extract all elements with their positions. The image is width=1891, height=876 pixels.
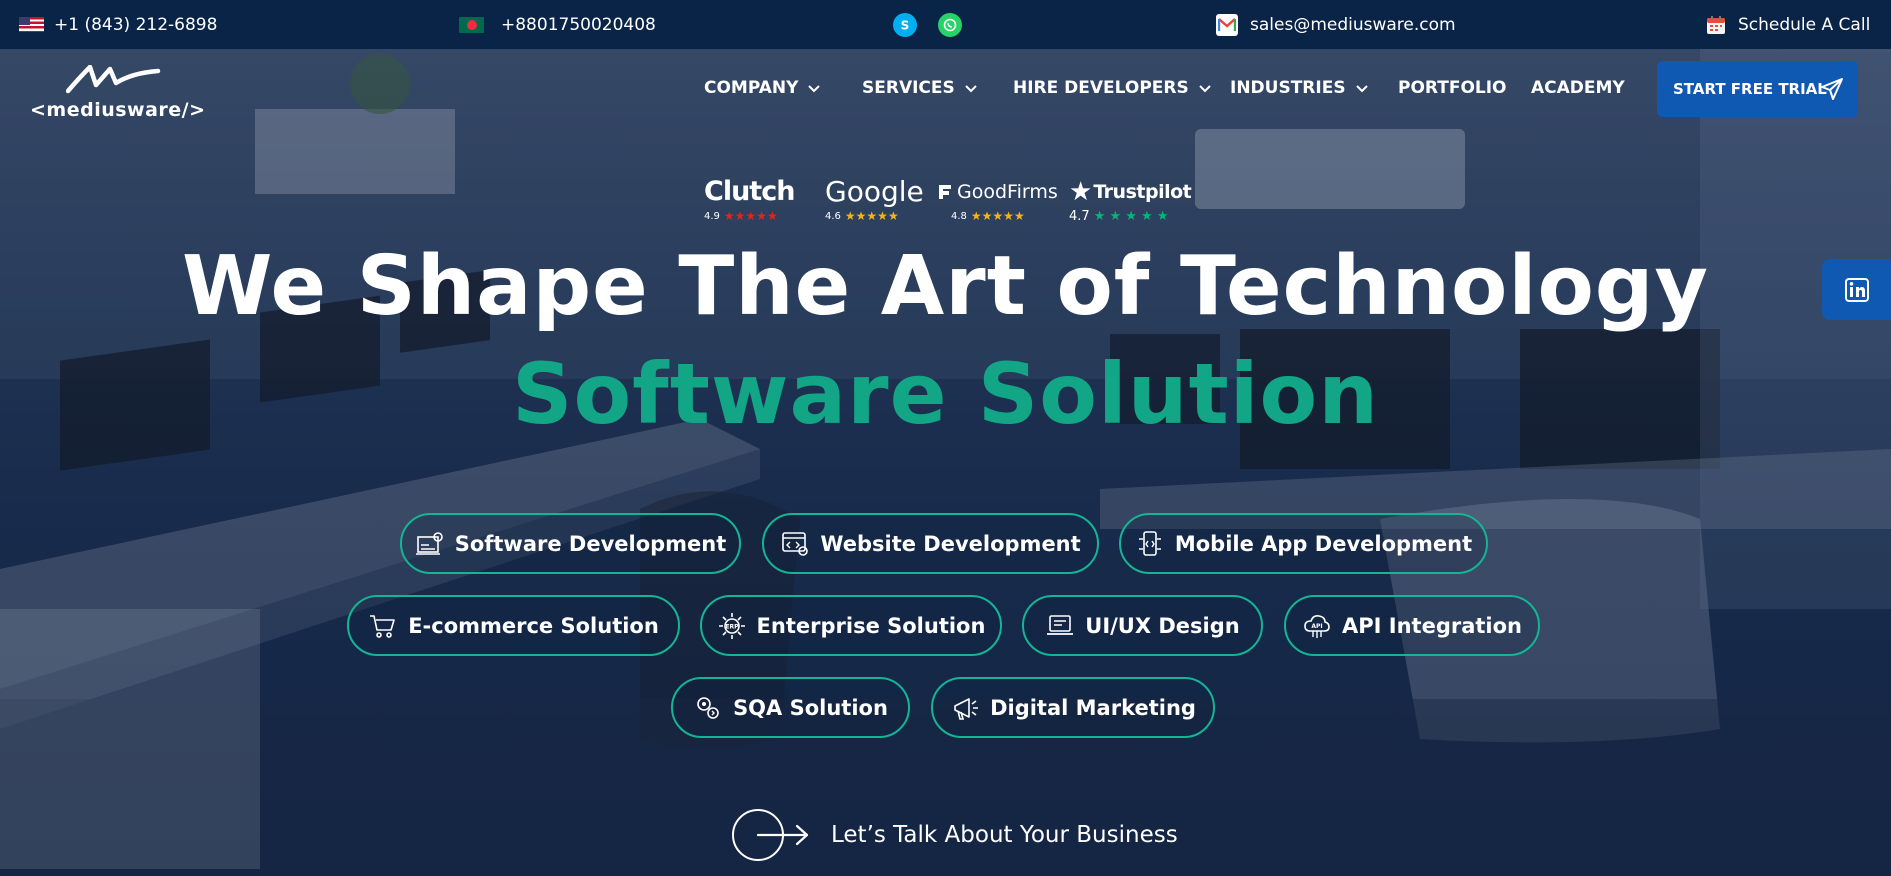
trustpilot-logo: Trustpilot <box>1093 181 1192 203</box>
service-label: Mobile App Development <box>1174 531 1473 556</box>
service-label: UI/UX Design <box>1085 613 1240 638</box>
service-enterprise-solution[interactable]: ERP Enterprise Solution <box>700 595 1002 656</box>
service-label: API Integration <box>1342 613 1522 638</box>
paper-plane-icon <box>1821 78 1843 100</box>
goodfirms-brand: GoodFirms <box>937 177 1058 207</box>
rating-trustpilot[interactable]: ★ Trustpilot 4.7 ★ ★ ★ ★ ★ <box>1069 177 1192 227</box>
trustpilot-star-icon: ★ <box>1069 177 1093 207</box>
calendar-icon <box>1707 15 1725 34</box>
megaphone-icon <box>954 697 979 720</box>
trustpilot-score: 4.7 <box>1069 209 1090 224</box>
logo-mark-icon <box>66 65 161 94</box>
linkedin-side-button[interactable] <box>1822 259 1891 320</box>
service-label: Enterprise Solution <box>756 613 986 638</box>
email-link[interactable]: sales@mediusware.com <box>1216 0 1456 49</box>
us-phone-link[interactable]: +1 (843) 212-6898 <box>19 0 217 49</box>
service-ui-ux-design[interactable]: UI/UX Design <box>1022 595 1263 656</box>
nav-hire-developers-label: HIRE DEVELOPERS <box>1013 78 1189 98</box>
laptop-design-icon <box>1047 614 1074 635</box>
website-development-icon <box>782 531 809 556</box>
whatsapp-icon <box>938 12 962 37</box>
service-label: Digital Marketing <box>990 695 1196 720</box>
service-sqa-solution[interactable]: SQA Solution <box>671 677 910 738</box>
google-logo: Google <box>825 175 924 208</box>
email-text: sales@mediusware.com <box>1250 14 1456 35</box>
circle-arrow-right-icon <box>732 809 809 861</box>
chevron-down-icon <box>1355 85 1368 93</box>
goodfirms-icon <box>939 185 951 199</box>
service-website-development[interactable]: Website Development <box>762 513 1099 574</box>
rating-clutch[interactable]: Clutch 4.9 ★★★★★ <box>704 176 795 227</box>
shopping-cart-icon <box>370 614 395 638</box>
lets-talk-label: Let’s Talk About Your Business <box>831 822 1178 848</box>
service-label: E-commerce Solution <box>408 613 659 638</box>
service-mobile-app-development[interactable]: Mobile App Development <box>1119 513 1488 574</box>
google-score: 4.6 <box>825 210 841 222</box>
chevron-down-icon <box>1199 85 1211 93</box>
bd-phone-text: +8801750020408 <box>501 14 656 35</box>
trustpilot-stars: ★ ★ ★ ★ ★ <box>1093 209 1169 224</box>
goodfirms-score: 4.8 <box>951 210 967 222</box>
rating-google[interactable]: Google 4.6 ★★★★★ <box>825 177 924 227</box>
chevron-down-icon <box>808 85 821 93</box>
nav-hire-developers[interactable]: HIRE DEVELOPERS <box>1013 77 1212 99</box>
nav-academy[interactable]: ACADEMY <box>1531 77 1625 99</box>
nav-industries[interactable]: INDUSTRIES <box>1230 77 1369 99</box>
nav-industries-label: INDUSTRIES <box>1230 78 1346 98</box>
service-ecommerce-solution[interactable]: E-commerce Solution <box>347 595 680 656</box>
nav-services-label: SERVICES <box>862 78 955 98</box>
google-stars: ★★★★★ <box>844 209 899 223</box>
clutch-logo: Clutch <box>704 176 795 207</box>
start-free-trial-button[interactable]: START FREE TRIAL <box>1657 61 1858 117</box>
rating-goodfirms[interactable]: GoodFirms 4.8 ★★★★★ <box>937 177 1058 227</box>
hero-section: <mediusware/> COMPANY SERVICES HIRE DEVE… <box>0 49 1891 876</box>
skype-icon: S <box>893 12 917 37</box>
hero-subline: Software Solution <box>511 345 1380 443</box>
office-background-image <box>0 49 1891 876</box>
mobile-app-icon <box>1138 530 1161 556</box>
chevron-down-icon <box>965 85 977 93</box>
svg-text:API: API <box>1311 623 1322 630</box>
schedule-call-text: Schedule A Call <box>1738 14 1871 35</box>
service-label: Website Development <box>820 531 1081 556</box>
top-contact-bar: +1 (843) 212-6898 +8801750020408 S sales… <box>0 0 1891 49</box>
lets-talk-link[interactable]: Let’s Talk About Your Business <box>731 807 1178 863</box>
schedule-call-link[interactable]: Schedule A Call <box>1706 0 1870 49</box>
whatsapp-link[interactable] <box>938 0 962 49</box>
software-development-icon <box>415 531 443 555</box>
us-flag-icon <box>19 17 44 32</box>
svg-text:ERP: ERP <box>725 623 739 630</box>
nav-company-label: COMPANY <box>704 78 799 98</box>
service-label: SQA Solution <box>733 695 888 720</box>
clutch-stars: ★★★★★ <box>723 209 778 223</box>
service-digital-marketing[interactable]: Digital Marketing <box>931 677 1215 738</box>
sqa-gears-icon <box>697 696 719 719</box>
svg-text:S: S <box>901 18 910 32</box>
mediusware-logo[interactable]: <mediusware/> <box>30 65 205 125</box>
service-api-integration[interactable]: API API Integration <box>1284 595 1540 656</box>
service-label: Software Development <box>454 531 727 556</box>
nav-services[interactable]: SERVICES <box>862 77 978 99</box>
hero-headline: We Shape The Art of Technology <box>182 239 1709 334</box>
service-software-development[interactable]: Software Development <box>400 513 741 574</box>
nav-company[interactable]: COMPANY <box>704 77 821 99</box>
logo-text: <mediusware/> <box>30 99 206 121</box>
bd-phone-link[interactable]: +8801750020408 <box>459 0 656 49</box>
skype-link[interactable]: S <box>893 0 917 49</box>
gmail-icon <box>1216 13 1238 36</box>
us-phone-text: +1 (843) 212-6898 <box>54 14 218 35</box>
trustpilot-brand: ★ Trustpilot <box>1069 177 1192 207</box>
linkedin-icon <box>1844 277 1869 302</box>
goodfirms-logo: GoodFirms <box>957 181 1058 203</box>
goodfirms-stars: ★★★★★ <box>970 209 1025 223</box>
nav-academy-label: ACADEMY <box>1531 78 1625 98</box>
erp-gear-icon: ERP <box>718 612 745 639</box>
api-cloud-icon: API <box>1304 614 1330 638</box>
start-free-trial-label: START FREE TRIAL <box>1673 80 1827 98</box>
bangladesh-flag-icon <box>459 16 484 33</box>
clutch-score: 4.9 <box>704 210 720 222</box>
nav-portfolio-label: PORTFOLIO <box>1398 78 1507 98</box>
nav-portfolio[interactable]: PORTFOLIO <box>1398 77 1507 99</box>
